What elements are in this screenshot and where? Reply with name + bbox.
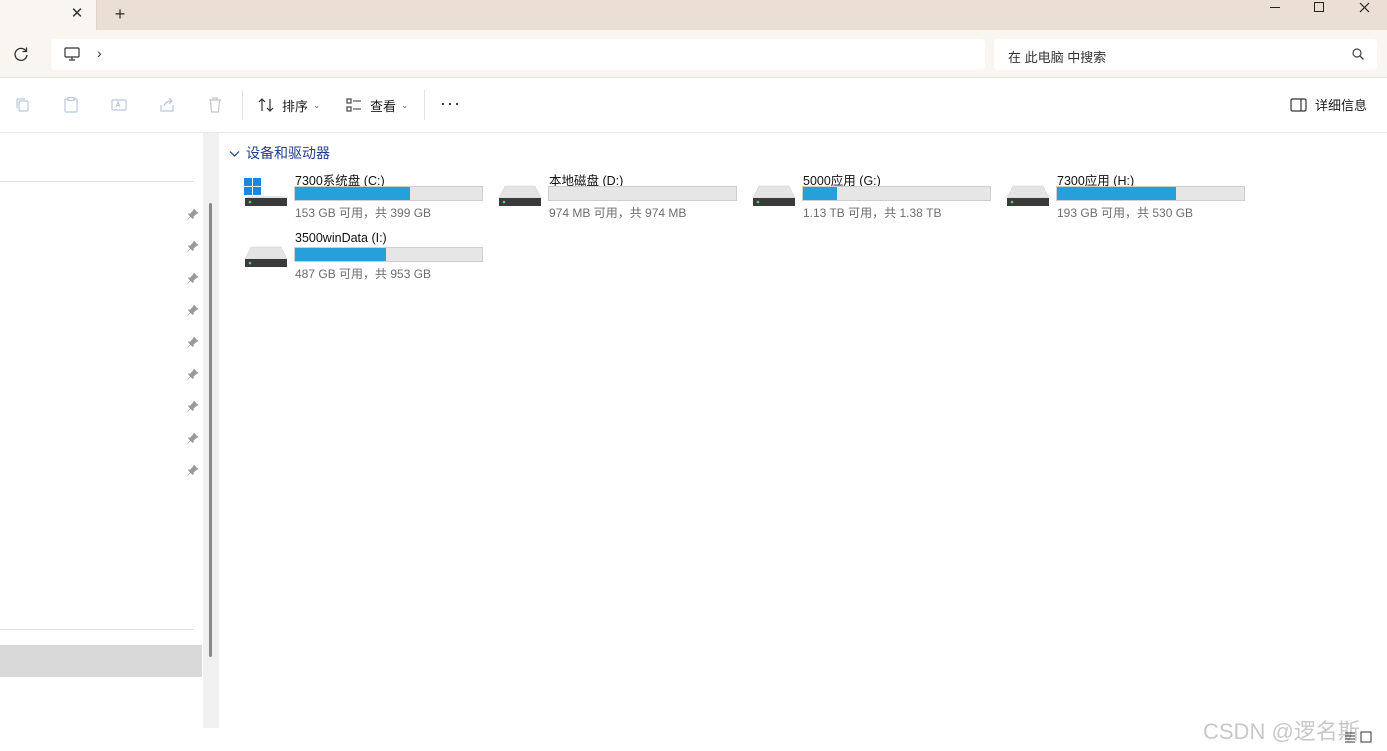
drive-icon	[498, 185, 542, 206]
pin-icon[interactable]	[187, 208, 199, 220]
rename-icon[interactable]	[110, 96, 128, 114]
drive-usage-bar	[294, 186, 483, 201]
toolbar-separator	[242, 90, 243, 120]
minimize-icon	[1270, 6, 1280, 8]
delete-icon[interactable]	[206, 96, 224, 114]
sort-button[interactable]: 排序 ⌄	[258, 95, 321, 115]
view-label: 查看	[370, 98, 397, 114]
group-label: 设备和驱动器	[246, 145, 330, 161]
pin-icon[interactable]	[187, 400, 199, 412]
close-icon	[1359, 2, 1369, 12]
drive-usage-bar	[802, 186, 991, 201]
pin-icon[interactable]	[187, 464, 199, 476]
drive-usage-fill	[295, 248, 387, 261]
sidebar-item-this-pc[interactable]	[0, 645, 202, 677]
chevron-down-icon	[229, 150, 240, 157]
new-tab-icon[interactable]: +	[110, 5, 130, 25]
view-mode-toggle	[1344, 731, 1372, 743]
details-view-icon[interactable]	[1344, 731, 1356, 743]
pin-icon[interactable]	[187, 336, 199, 348]
drive-space-text: 193 GB 可用，共 530 GB	[1057, 206, 1194, 220]
large-icons-view-icon[interactable]	[1360, 731, 1372, 743]
search-placeholder: 在 此电脑 中搜索	[1008, 50, 1107, 65]
paste-icon[interactable]	[62, 96, 80, 114]
sort-icon	[258, 98, 274, 112]
command-bar: 排序 ⌄ 查看 ⌄ ··· 详细信息	[0, 78, 1387, 133]
drive-item[interactable]: 3500winData (I:) 487 GB 可用，共 953 GB	[244, 231, 489, 287]
search-box[interactable]: 在 此电脑 中搜索	[994, 39, 1377, 70]
details-pane-button[interactable]: 详细信息	[1290, 95, 1367, 114]
chevron-down-icon: ⌄	[313, 99, 321, 110]
view-icon	[346, 98, 361, 112]
drive-usage-bar	[1056, 186, 1245, 201]
sidebar-scrollbar[interactable]	[203, 133, 219, 728]
view-button[interactable]: 查看 ⌄	[346, 95, 409, 115]
pin-icon[interactable]	[187, 240, 199, 252]
close-window-button[interactable]	[1341, 0, 1387, 14]
drive-usage-fill	[803, 187, 837, 200]
scrollbar-thumb[interactable]	[209, 203, 212, 657]
drive-space-text: 974 MB 可用，共 974 MB	[549, 206, 687, 220]
more-options-button[interactable]: ···	[440, 94, 461, 112]
pin-icon[interactable]	[187, 432, 199, 444]
drive-usage-fill	[295, 187, 411, 200]
search-icon	[1352, 48, 1364, 60]
drive-item[interactable]: 7300应用 (H:) 193 GB 可用，共 530 GB	[1006, 170, 1251, 226]
drive-space-text: 487 GB 可用，共 953 GB	[295, 267, 432, 281]
pin-icon[interactable]	[187, 304, 199, 316]
this-pc-icon	[64, 47, 80, 61]
active-tab[interactable]: ✕	[0, 0, 97, 30]
address-bar[interactable]: ›	[51, 39, 985, 70]
drive-item[interactable]: 5000应用 (G:) 1.13 TB 可用，共 1.38 TB	[752, 170, 997, 226]
drive-icon	[1006, 185, 1050, 206]
drive-item[interactable]: 本地磁盘 (D:) 974 MB 可用，共 974 MB	[498, 170, 743, 226]
address-row: › 在 此电脑 中搜索	[0, 30, 1387, 78]
navigation-pane	[0, 133, 203, 728]
drive-space-text: 1.13 TB 可用，共 1.38 TB	[803, 206, 942, 220]
tab-close-icon[interactable]: ✕	[70, 6, 84, 22]
drive-space-text: 153 GB 可用，共 399 GB	[295, 206, 432, 220]
drive-icon	[752, 185, 796, 206]
pin-icon[interactable]	[187, 272, 199, 284]
drive-icon	[244, 246, 288, 267]
drive-usage-fill	[1057, 187, 1176, 200]
sidebar-divider	[0, 629, 194, 630]
details-pane-icon	[1290, 97, 1307, 112]
maximize-button[interactable]	[1296, 0, 1342, 14]
copy-icon[interactable]	[14, 96, 32, 114]
refresh-icon[interactable]	[10, 43, 32, 65]
sidebar-divider	[0, 181, 194, 182]
windows-drive-icon	[244, 178, 287, 206]
title-bar: ✕ +	[0, 0, 1387, 30]
drive-item[interactable]: 7300系统盘 (C:) 153 GB 可用，共 399 GB	[244, 170, 489, 226]
watermark-text: CSDN @逻名斯	[1203, 719, 1360, 744]
breadcrumb-chevron[interactable]: ›	[97, 45, 102, 61]
chevron-down-icon: ⌄	[401, 99, 409, 110]
maximize-icon	[1314, 2, 1324, 12]
toolbar-separator	[424, 90, 425, 120]
share-icon[interactable]	[158, 96, 176, 114]
drive-usage-bar	[548, 186, 737, 201]
sort-label: 排序	[282, 98, 309, 114]
drive-name: 3500winData (I:)	[295, 231, 387, 245]
minimize-button[interactable]	[1252, 0, 1298, 14]
drive-usage-bar	[294, 247, 483, 262]
group-header-devices[interactable]: 设备和驱动器	[229, 143, 330, 163]
pin-icon[interactable]	[187, 368, 199, 380]
details-label: 详细信息	[1315, 98, 1368, 113]
